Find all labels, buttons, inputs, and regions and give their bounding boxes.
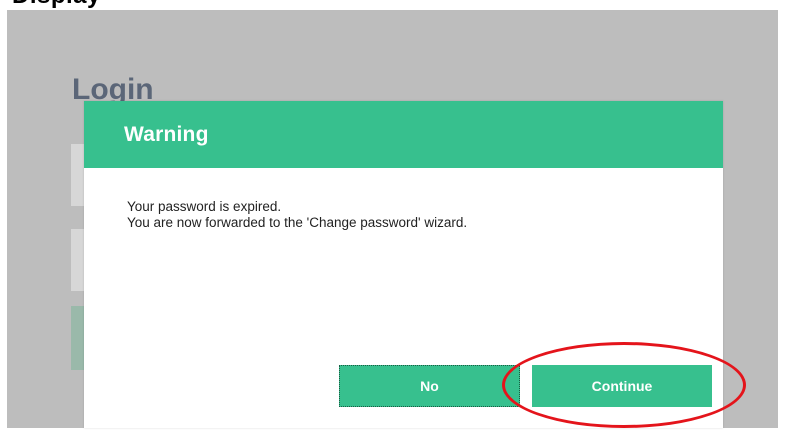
dialog-message-line-1: Your password is expired.	[127, 199, 282, 214]
no-button[interactable]: No	[339, 365, 520, 407]
page-heading-fragment: Display	[12, 0, 101, 8]
warning-dialog: Warning Your password is expired. You ar…	[84, 101, 723, 428]
dialog-header: Warning	[84, 101, 723, 168]
dialog-message: Your password is expired. You are now fo…	[127, 199, 467, 231]
continue-button[interactable]: Continue	[532, 365, 712, 407]
screenshot-page: Display Login Warning Your password is e…	[0, 0, 785, 430]
dialog-title: Warning	[124, 122, 209, 146]
dialog-message-line-2: You are now forwarded to the 'Change pas…	[127, 215, 468, 230]
